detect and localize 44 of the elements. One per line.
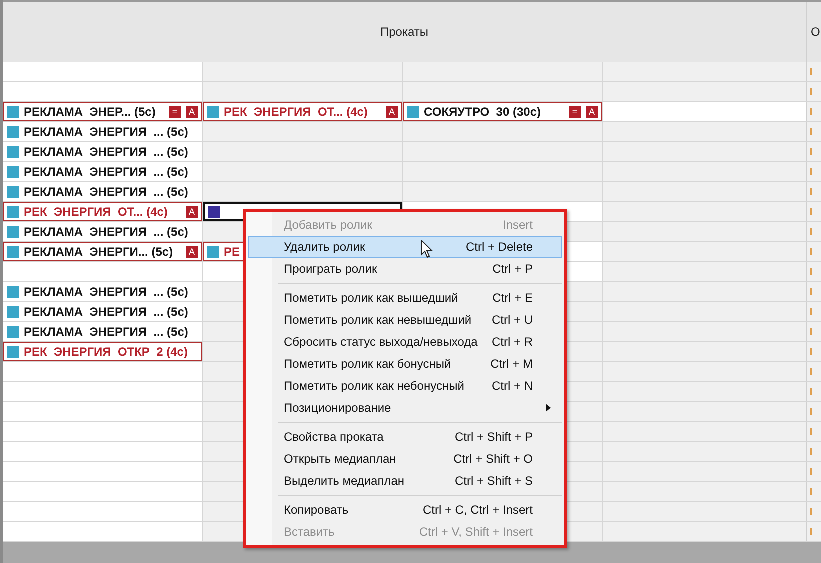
menu-item[interactable]: Пометить ролик как бонусный Ctrl + M <box>248 353 562 375</box>
menu-item[interactable]: Открыть медиаплан Ctrl + Shift + O <box>248 448 562 470</box>
menu-item[interactable]: Проиграть ролик Ctrl + P <box>248 258 562 280</box>
spot-label: СОКЯУТРО_30 (30c) <box>424 104 541 118</box>
flag-tag: = <box>569 106 581 118</box>
spot-label: РЕКЛАМА_ЭНЕР... (5c) <box>24 104 156 118</box>
menu-item[interactable]: Пометить ролик как вышедший Ctrl + E <box>248 287 562 309</box>
spot-entry[interactable]: РЕК_ЭНЕРГИЯ_ОТ... (4c) A <box>3 202 202 221</box>
spot-label: РЕК_ЭНЕРГИЯ_ОТ... (4c) <box>224 104 368 118</box>
spot-label: РЕКЛАМА_ЭНЕРГИ... (5c) <box>24 244 174 258</box>
spot-label: РЕ <box>224 244 240 258</box>
menu-item[interactable]: Пометить ролик как невышедший Ctrl + U <box>248 309 562 331</box>
spot-entry[interactable]: РЕК_ЭНЕРГИЯ_ОТ... (4c) A <box>203 102 402 121</box>
side-header-title: О <box>811 25 820 39</box>
menu-item[interactable]: Копировать Ctrl + C, Ctrl + Insert <box>248 499 562 521</box>
spot-label: РЕКЛАМА_ЭНЕРГИЯ_... (5c) <box>24 184 188 198</box>
menu-item[interactable]: Позиционирование <box>248 397 562 419</box>
menu-item[interactable]: Удалить ролик Ctrl + Delete <box>248 236 562 258</box>
flag-tag: A <box>386 106 398 118</box>
menu-item[interactable]: Выделить медиаплан Ctrl + Shift + S <box>248 470 562 492</box>
spot-label: РЕКЛАМА_ЭНЕРГИЯ_... (5c) <box>24 304 188 318</box>
spot-entry[interactable]: СОКЯУТРО_30 (30c) = A <box>403 102 602 121</box>
spot-entry[interactable]: РЕКЛАМА_ЭНЕРГИ... (5c) A <box>3 242 202 261</box>
spot-label: РЕКЛАМА_ЭНЕРГИЯ_... (5c) <box>24 144 188 158</box>
spot-label: РЕКЛАМА_ЭНЕРГИЯ_... (5c) <box>24 284 188 298</box>
menu-item[interactable]: Сбросить статус выхода/невыхода Ctrl + R <box>248 331 562 353</box>
menu-item[interactable]: Свойства проката Ctrl + Shift + P <box>248 426 562 448</box>
flag-tag: A <box>186 206 198 218</box>
spot-label: РЕК_ЭНЕРГИЯ_ОТ... (4c) <box>24 204 168 218</box>
spot-label: РЕКЛАМА_ЭНЕРГИЯ_... (5c) <box>24 164 188 178</box>
spot-entry[interactable]: РЕК_ЭНЕРГИЯ_ОТКР_2 (4c) <box>3 342 202 361</box>
spot-label: РЕКЛАМА_ЭНЕРГИЯ_... (5c) <box>24 224 188 238</box>
header-title: Прокаты <box>380 25 429 39</box>
spot-label: РЕК_ЭНЕРГИЯ_ОТКР_2 (4c) <box>24 344 188 358</box>
flag-tag: A <box>186 246 198 258</box>
flag-tag: = <box>169 106 181 118</box>
flag-tag: A <box>586 106 598 118</box>
spot-entry[interactable]: РЕКЛАМА_ЭНЕР... (5c) = A <box>3 102 202 121</box>
mouse-cursor-icon <box>421 240 433 259</box>
submenu-arrow-icon <box>546 404 551 412</box>
spot-label: РЕКЛАМА_ЭНЕРГИЯ_... (5c) <box>24 324 188 338</box>
menu-item[interactable]: Пометить ролик как небонусный Ctrl + N <box>248 375 562 397</box>
spot-label: РЕКЛАМА_ЭНЕРГИЯ_... (5c) <box>24 124 188 138</box>
flag-tag: A <box>186 106 198 118</box>
